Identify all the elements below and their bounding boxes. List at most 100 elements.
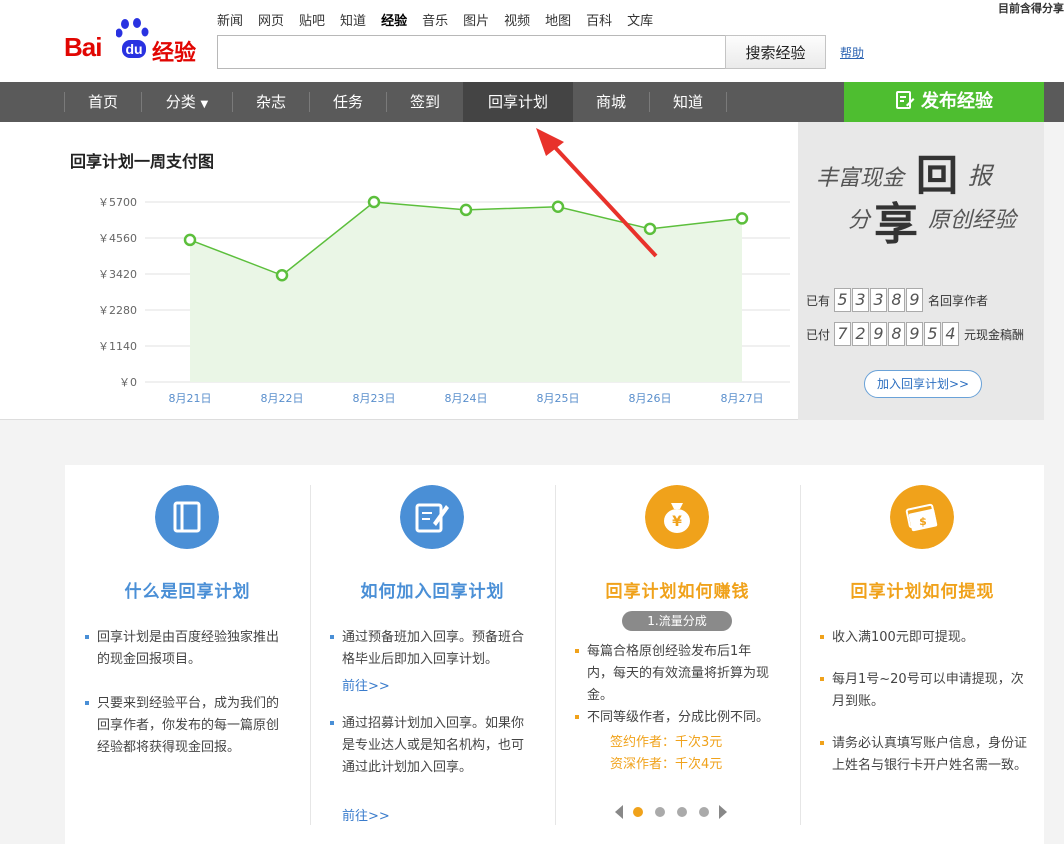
card-bullet: 通过预备班加入回享。预备班合格毕业后即加入回享计划。 <box>330 627 530 671</box>
card-divider <box>555 485 556 825</box>
x-tick-label: 8月22日 <box>261 392 304 405</box>
top-nav-music[interactable]: 音乐 <box>422 10 448 29</box>
go-link[interactable]: 前往>> <box>342 675 390 694</box>
card-divider <box>310 485 311 825</box>
digit: 9 <box>906 288 924 312</box>
annotation-arrow <box>536 128 658 258</box>
y-tick-label: ￥3420 <box>98 268 137 281</box>
card-bullet: 不同等级作者，分成比例不同。 <box>575 707 775 729</box>
promo-art-big2: 享 <box>874 199 918 250</box>
logo-du: du <box>122 40 146 58</box>
rate-signed: 签约作者：千次3元 <box>610 735 723 750</box>
paid-counter: 已付 7 2 9 8 9 5 4 元现金稿酬 <box>806 322 1024 346</box>
prev-arrow-icon[interactable] <box>615 805 623 819</box>
authors-digits: 5 3 3 8 9 <box>834 288 924 312</box>
svg-text:$: $ <box>919 515 927 528</box>
notepad-pen-icon <box>400 485 464 549</box>
revenue-share-pill: 1.流量分成 <box>622 611 732 631</box>
nav-zhidao[interactable]: 知道 <box>650 82 726 122</box>
go-link[interactable]: 前往>> <box>342 805 390 824</box>
baidu-logo[interactable]: Bai du 经验 <box>64 18 204 66</box>
paid-digits: 7 2 9 8 9 5 4 <box>834 322 960 346</box>
banknotes-icon: $ <box>890 485 954 549</box>
chevron-down-icon: ▼ <box>200 99 209 110</box>
logo-bai: Bai <box>64 32 102 62</box>
carousel-dot[interactable] <box>655 807 665 817</box>
paid-suffix: 元现金稿酬 <box>964 327 1025 342</box>
digit: 3 <box>852 288 870 312</box>
promo-art-big1: 回 <box>916 151 959 200</box>
digit: 4 <box>942 322 960 346</box>
join-huixiang-button[interactable]: 加入回享计划>> <box>864 370 982 398</box>
top-nav-video[interactable]: 视频 <box>504 10 530 29</box>
card-divider <box>800 485 801 825</box>
y-tick-label: ￥4560 <box>98 232 137 245</box>
top-nav-zhidao[interactable]: 知道 <box>340 10 366 29</box>
svg-text:¥: ¥ <box>672 514 682 530</box>
money-bag-icon: ¥ <box>645 485 709 549</box>
nav-huixiang[interactable]: 回享计划 <box>463 82 573 122</box>
top-nav-wenku[interactable]: 文库 <box>627 10 653 29</box>
top-nav-news[interactable]: 新闻 <box>217 10 243 29</box>
top-nav-web[interactable]: 网页 <box>258 10 284 29</box>
data-point <box>735 212 749 225</box>
paid-prefix: 已付 <box>806 327 831 342</box>
x-tick-label: 8月24日 <box>445 392 488 405</box>
y-tick-label: ￥5700 <box>98 196 137 209</box>
digit: 5 <box>834 288 852 312</box>
digit: 3 <box>870 288 888 312</box>
publish-button[interactable]: 发布经验 <box>844 82 1044 122</box>
edit-icon <box>896 91 915 109</box>
x-tick-label: 8月21日 <box>169 392 212 405</box>
y-tick-label: ￥2280 <box>98 304 137 317</box>
promo-art-line2a: 分 <box>848 208 871 233</box>
nav-tasks[interactable]: 任务 <box>310 82 386 122</box>
x-tick-label: 8月25日 <box>537 392 580 405</box>
nav-checkin[interactable]: 签到 <box>387 82 463 122</box>
nav-category[interactable]: 分类 ▼ <box>142 82 232 122</box>
top-nav-map[interactable]: 地图 <box>545 10 571 29</box>
nav-mall[interactable]: 商城 <box>573 82 649 122</box>
nav-magazine[interactable]: 杂志 <box>233 82 309 122</box>
header: 目前含得分享 Bai du 经验 新闻 网页 贴吧 知道 经验 音乐 图片 视频… <box>0 0 1064 82</box>
digit: 9 <box>906 322 924 346</box>
carousel-controls <box>615 805 727 819</box>
top-nav-jingyan[interactable]: 经验 <box>381 10 407 29</box>
card-bullet: 回享计划是由百度经验独家推出的现金回报项目。 <box>85 627 285 671</box>
card-how-earn: ¥ 回享计划如何赚钱 1.流量分成 每篇合格原创经验发布后1年内，每天的有效流量… <box>555 465 800 844</box>
promo-art-line2b: 原创经验 <box>928 208 1017 233</box>
card-title: 什么是回享计划 <box>124 582 251 602</box>
promo-art-big1b: 报 <box>968 162 992 190</box>
top-right-text: 目前含得分享 <box>998 2 1064 15</box>
logo-jingyan: 经验 <box>152 41 197 66</box>
promo-panel: 丰富现金 回 报 分 享 原创经验 已有 5 3 3 8 9 名回享作者 已付 … <box>798 122 1044 420</box>
carousel-dot[interactable] <box>699 807 709 817</box>
top-nav: 新闻 网页 贴吧 知道 经验 音乐 图片 视频 地图 百科 文库 <box>217 10 668 29</box>
nav-home[interactable]: 首页 <box>65 82 141 122</box>
promo-banner: 丰富现金 回 报 分 享 原创经验 <box>808 140 1038 250</box>
digit: 8 <box>888 288 906 312</box>
card-title: 回享计划如何提现 <box>850 582 995 602</box>
publish-label: 发布经验 <box>921 91 993 112</box>
data-point <box>275 269 289 282</box>
top-nav-images[interactable]: 图片 <box>463 10 489 29</box>
card-title: 回享计划如何赚钱 <box>605 582 750 602</box>
rate-senior: 资深作者：千次4元 <box>610 757 723 772</box>
nav-category-label: 分类 <box>165 93 196 111</box>
top-nav-tieba[interactable]: 贴吧 <box>299 10 325 29</box>
search-button[interactable]: 搜索经验 <box>725 35 826 69</box>
help-link[interactable]: 帮助 <box>840 44 864 61</box>
top-nav-baike[interactable]: 百科 <box>586 10 612 29</box>
authors-counter: 已有 5 3 3 8 9 名回享作者 <box>806 288 988 312</box>
digit: 7 <box>834 322 852 346</box>
card-withdraw: $ 回享计划如何提现 收入满100元即可提现。 每月1号~20号可以申请提现，次… <box>800 465 1045 844</box>
data-point <box>459 203 473 217</box>
data-point <box>367 195 381 209</box>
carousel-dot[interactable] <box>633 807 643 817</box>
card-title: 如何加入回享计划 <box>360 582 505 602</box>
payment-chart: ￥0 ￥1140 ￥2280 ￥3420 ￥4560 ￥5700 8月21日 8月22日 8月2… <box>98 195 790 405</box>
chart-panel: 回享计划一周支付图 ￥0 ￥1140 ￥2280 ￥3420 ￥4560 ￥5700 8月2… <box>0 122 798 420</box>
next-arrow-icon[interactable] <box>719 805 727 819</box>
search-input[interactable] <box>217 35 726 69</box>
carousel-dot[interactable] <box>677 807 687 817</box>
